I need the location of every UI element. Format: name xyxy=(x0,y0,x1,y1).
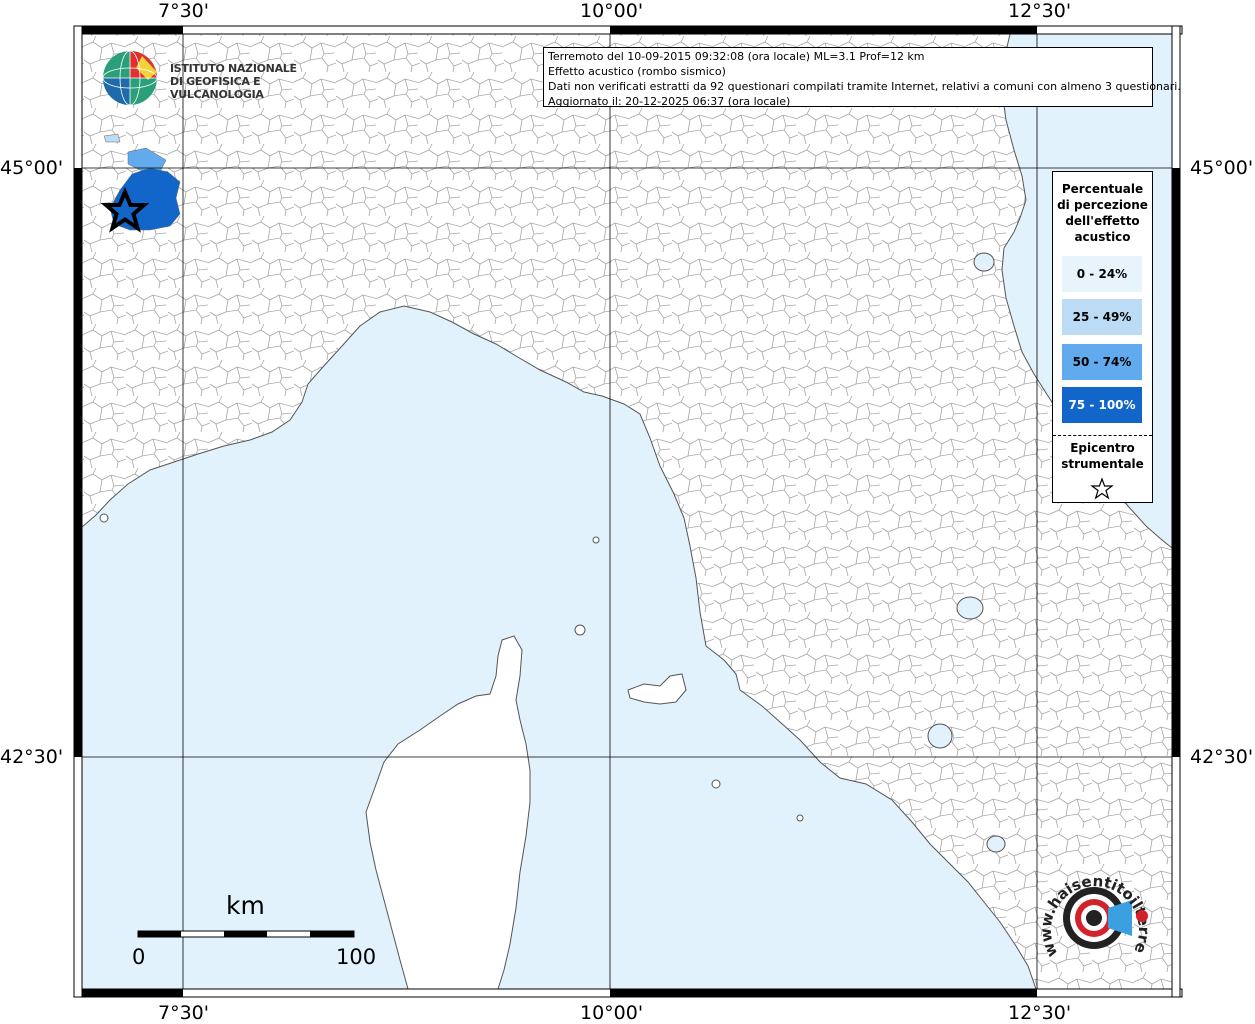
haisentito-logo: www.haisentitoilterremoto.it xyxy=(1030,844,1153,976)
legend-title-line4: acustico xyxy=(1074,230,1131,244)
ingv-name-line1: ISTITUTO NAZIONALE xyxy=(170,62,297,75)
ingv-logo: ISTITUTO NAZIONALE DI GEOFISICA E VULCAN… xyxy=(102,48,322,110)
lake-bolsena xyxy=(927,723,953,749)
lon-label-7-30-top: 7°30' xyxy=(158,0,209,22)
lat-label-42-30-left: 42°30' xyxy=(0,746,64,768)
lat-label-42-30-right: 42°30' xyxy=(1190,746,1254,768)
event-info-box: Terremoto del 10-09-2015 09:32:08 (ora l… xyxy=(543,47,1181,108)
island-capraia xyxy=(574,624,586,636)
ingv-name: ISTITUTO NAZIONALE DI GEOFISICA E VULCAN… xyxy=(170,62,322,101)
event-effect: Effetto acustico (rombo sismico) xyxy=(548,65,726,78)
scale-min-label: 0 xyxy=(132,945,146,969)
island-gorgona xyxy=(592,536,600,544)
scale-bar xyxy=(137,930,355,938)
legend-title: Percentuale di percezione dell'effetto a… xyxy=(1053,181,1152,245)
scale-max-label: 100 xyxy=(336,945,377,969)
legend-title-line1: Percentuale xyxy=(1061,182,1144,196)
legend-class-0-24: 0 - 24% xyxy=(1062,256,1142,292)
lat-label-45-00-right: 45°00' xyxy=(1190,157,1254,179)
lon-label-12-30-bottom: 12°30' xyxy=(1008,1002,1072,1024)
legend-separator xyxy=(1053,435,1152,436)
legend-class-50-74: 50 - 74% xyxy=(1062,344,1142,380)
ingv-name-line2: DI GEOFISICA E VULCANOLOGIA xyxy=(170,75,264,101)
lon-label-10-00-bottom: 10°00' xyxy=(580,1002,644,1024)
legend-title-line2: di percezione xyxy=(1057,198,1148,212)
legend: Percentuale di percezione dell'effetto a… xyxy=(1052,171,1153,503)
lat-label-45-00-left: 45°00' xyxy=(0,157,64,179)
ingv-globe-icon xyxy=(102,50,158,106)
legend-class-75-100: 75 - 100% xyxy=(1062,387,1142,423)
legend-epicenter-label: Epicentro strumentale xyxy=(1053,440,1152,472)
legend-title-line3: dell'effetto xyxy=(1065,214,1140,228)
lake-bracciano xyxy=(986,835,1006,853)
island-coast xyxy=(99,513,109,523)
haisentito-target-icon: www.haisentitoilterremoto.it xyxy=(1030,844,1153,960)
legend-epicenter-line2: strumentale xyxy=(1061,457,1144,471)
island-giannutri xyxy=(796,814,804,822)
event-updated: Aggiornato il: 20-12-2025 06:37 (ora loc… xyxy=(548,95,791,108)
legend-star-icon xyxy=(1090,477,1114,500)
lon-label-10-00-top: 10°00' xyxy=(580,0,644,22)
lon-label-7-30-bottom: 7°30' xyxy=(158,1002,209,1024)
island-giglio xyxy=(711,779,721,789)
lon-label-12-30-top: 12°30' xyxy=(1008,0,1072,22)
legend-class-25-49: 25 - 49% xyxy=(1062,299,1142,335)
legend-epicenter-line1: Epicentro xyxy=(1070,441,1135,455)
valli-comacchio xyxy=(973,252,995,272)
event-data-note: Dati non verificati estratti da 92 quest… xyxy=(548,80,1181,93)
event-title: Terremoto del 10-09-2015 09:32:08 (ora l… xyxy=(548,50,925,63)
lake-trasimeno xyxy=(956,596,984,620)
scale-unit: km xyxy=(226,891,265,920)
